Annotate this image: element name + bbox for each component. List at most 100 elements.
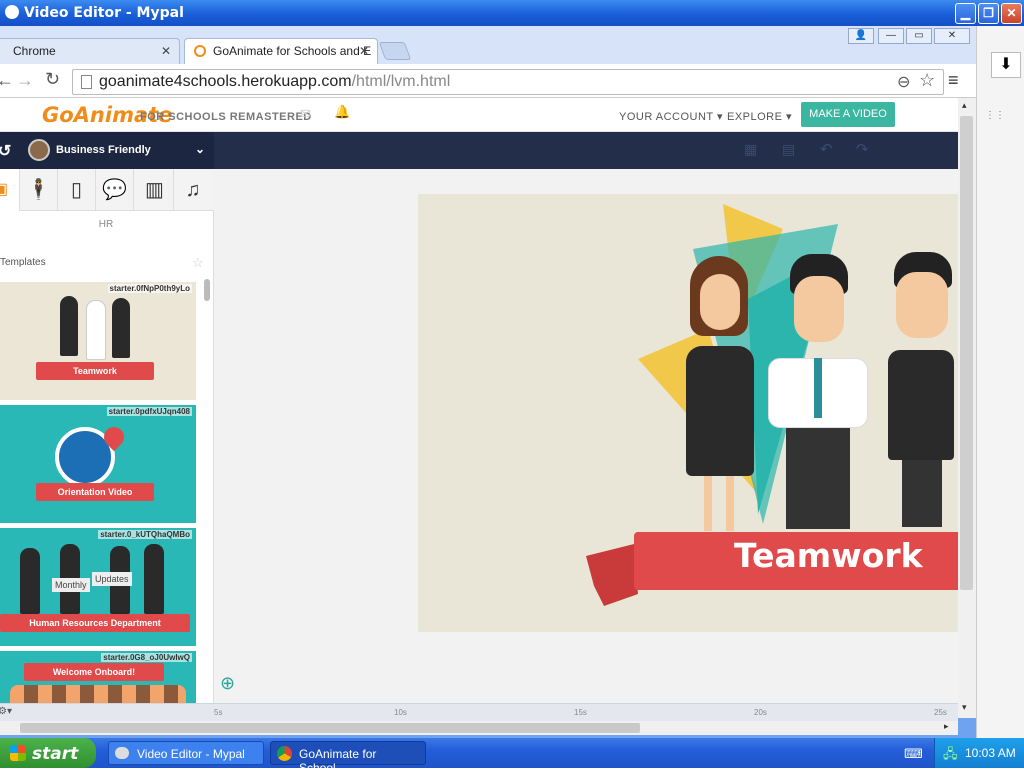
editor-toolbar: ↺ Business Friendly ⌄ ▦ ▤ ↶ ↷ — [0, 132, 958, 169]
timeline-tick: 5s — [214, 708, 223, 717]
template-code: starter.0G8_oJ0UwlwQ — [101, 653, 192, 662]
taskbar-item-goanimate[interactable]: GoAnimate for School... — [270, 741, 426, 775]
tab-chrome[interactable]: Chrome ✕ — [0, 38, 180, 64]
template-title: Human Resources Department — [0, 614, 190, 632]
tab-strip: Chrome ✕ GoAnimate for Schools and E ✕ 👤… — [0, 26, 976, 64]
theme-label: Business Friendly — [56, 144, 151, 156]
keyboard-icon[interactable]: ⌨ — [904, 746, 923, 762]
template-title: Orientation Video — [36, 483, 154, 501]
horizontal-scrollbar[interactable]: ▸ — [0, 721, 958, 735]
horizontal-scroll-thumb[interactable] — [20, 723, 640, 733]
copy-icon[interactable]: ▤ — [782, 141, 795, 158]
favorite-star-icon[interactable]: ☆ — [192, 255, 204, 271]
scroll-right-icon[interactable]: ▸ — [944, 721, 949, 732]
undo-theme-icon[interactable]: ↺ — [0, 141, 11, 161]
theme-selector[interactable]: ↺ Business Friendly ⌄ — [0, 132, 214, 169]
browser-close-button[interactable]: ✕ — [934, 28, 970, 44]
restore-button[interactable]: ❐ — [978, 3, 999, 24]
template-thumbnail[interactable]: starter.0G8_oJ0UwlwQ Welcome Onboard! — [0, 651, 196, 703]
site-header: GoAnimate FOR SCHOOLS REMASTERED ✉ 🔔 YOU… — [0, 98, 958, 132]
undo-icon[interactable]: ↶ — [820, 140, 833, 158]
redo-icon[interactable]: ↷ — [856, 140, 869, 158]
character-tab-icon[interactable]: 🕴 — [20, 169, 58, 211]
template-tag: Monthly — [52, 578, 90, 592]
menu-icon[interactable]: ≡ — [948, 70, 959, 91]
profile-icon[interactable]: 👤 — [848, 28, 874, 44]
timeline-tick: 15s — [574, 708, 587, 717]
vertical-scrollbar[interactable]: ▴ ▾ — [958, 98, 976, 718]
music-tab-icon[interactable]: ♫ — [174, 169, 212, 211]
chrome-icon — [277, 746, 292, 761]
templates-heading: Templates — [0, 257, 46, 268]
stage-area: Teamwork ⊕ — [214, 169, 958, 703]
template-thumbnail[interactable]: starter.0pdfxUJqn408 Orientation Video — [0, 405, 196, 523]
background-window: ⬇ ⋮⋮ — [976, 26, 1024, 738]
browser-maximize-button[interactable]: ▭ — [906, 28, 932, 44]
template-title: Welcome Onboard! — [24, 663, 164, 681]
template-code: starter.0fNpP0th9yLo — [107, 284, 192, 293]
timeline[interactable]: ⚙▾ 5s 10s 15s 20s 25s — [0, 703, 958, 721]
tab-label: GoAnimate for Schools and E — [213, 44, 372, 58]
title-banner-text: Teamwork — [734, 536, 923, 575]
new-tab-button[interactable] — [378, 42, 412, 60]
timeline-tick: 10s — [394, 708, 407, 717]
bookmark-star-icon[interactable]: ☆ — [919, 70, 935, 91]
prop-tab-icon[interactable]: ▯ — [58, 169, 96, 211]
logo-subtitle: FOR SCHOOLS REMASTERED — [140, 111, 312, 123]
explore-link[interactable]: EXPLORE ▾ — [727, 110, 792, 123]
close-button[interactable]: ✕ — [1001, 3, 1022, 24]
start-button[interactable]: start — [0, 738, 96, 768]
timeline-tick: 20s — [754, 708, 767, 717]
mail-icon[interactable]: ✉ — [300, 106, 311, 122]
reload-icon[interactable]: ↻ — [45, 69, 60, 90]
template-code: starter.0pdfxUJqn408 — [106, 407, 192, 416]
template-tag: Updates — [92, 572, 132, 586]
tab-goanimate[interactable]: GoAnimate for Schools and E ✕ — [184, 38, 378, 64]
zoom-in-icon[interactable]: ⊕ — [220, 673, 235, 694]
mypal-icon — [115, 747, 129, 759]
page-icon — [81, 75, 92, 89]
chart-tab-icon[interactable]: ▥ — [136, 169, 174, 211]
template-thumbnail[interactable]: starter.0fNpP0th9yLo Teamwork — [0, 282, 196, 400]
scroll-down-icon[interactable]: ▾ — [962, 702, 967, 713]
browser-minimize-button[interactable]: — — [878, 28, 904, 44]
apps-icon[interactable]: ⋮⋮ — [985, 110, 1005, 121]
minimize-button[interactable]: ▁ — [955, 3, 976, 24]
settings-icon[interactable]: ⚙▾ — [0, 706, 12, 717]
theme-avatar — [28, 139, 50, 161]
task-label: Video Editor - Mypal — [137, 747, 245, 761]
bell-icon[interactable]: 🔔 — [334, 104, 350, 120]
close-tab-icon[interactable]: ✕ — [161, 44, 171, 58]
window-titlebar: Video Editor - Mypal ▁ ❐ ✕ — [0, 0, 1024, 26]
close-tab-icon[interactable]: ✕ — [359, 44, 369, 58]
paste-icon[interactable]: ▦ — [744, 141, 757, 158]
start-label: start — [32, 744, 79, 764]
template-code: starter.0_kUTQhaQMBo — [98, 530, 192, 539]
address-bar[interactable]: goanimate4schools.herokuapp.com/html/lvm… — [72, 69, 944, 95]
system-tray: 🖧 10:03 AM — [934, 738, 1024, 768]
scene-tab-icon[interactable]: ▣ — [0, 169, 20, 211]
app-icon — [5, 5, 19, 19]
chevron-down-icon: ⌄ — [195, 142, 206, 156]
make-a-video-button[interactable]: MAKE A VIDEO — [801, 102, 895, 127]
scroll-up-icon[interactable]: ▴ — [962, 100, 967, 111]
tab-label: Chrome — [13, 44, 56, 58]
your-account-link[interactable]: YOUR ACCOUNT ▾ — [619, 110, 723, 123]
forward-icon[interactable]: → — [16, 70, 34, 91]
download-icon[interactable]: ⬇ — [991, 52, 1021, 78]
network-icon[interactable]: 🖧 — [943, 745, 958, 767]
scene-canvas[interactable]: Teamwork — [418, 194, 958, 632]
text-tab-icon[interactable]: 💬 — [96, 169, 134, 211]
back-icon[interactable]: ← — [0, 70, 14, 91]
windows-logo-icon — [10, 745, 26, 761]
timeline-tick: 25s — [934, 708, 947, 717]
goanimate-favicon-icon — [194, 45, 206, 57]
vertical-scroll-thumb[interactable] — [960, 116, 973, 590]
category-heading: HR — [98, 219, 114, 230]
taskbar-item-video-editor[interactable]: Video Editor - Mypal — [108, 741, 264, 765]
template-thumbnail[interactable]: starter.0_kUTQhaQMBo Monthly Updates Hum… — [0, 528, 196, 646]
template-art — [10, 685, 186, 703]
panel-scrollbar[interactable] — [204, 279, 210, 301]
zoom-icon[interactable]: ⊖ — [897, 72, 910, 92]
category-tabs: ▣ 🕴 ▯ 💬 ▥ ♫ — [0, 169, 214, 211]
